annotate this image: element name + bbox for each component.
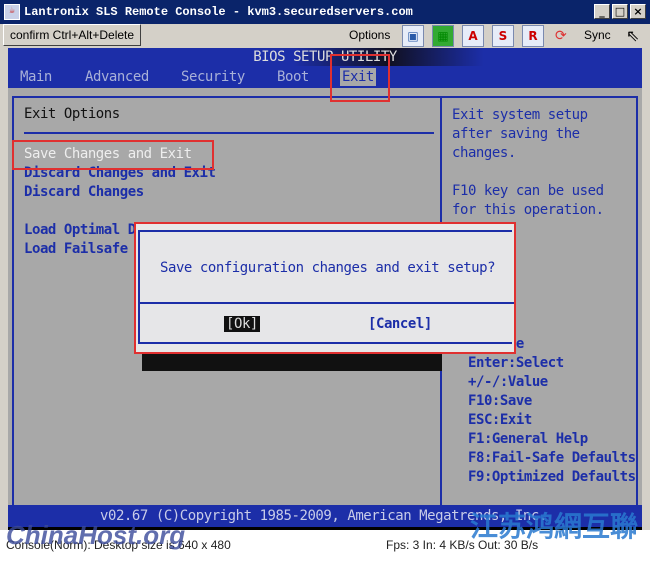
menu-item-discard-changes[interactable]: Discard Changes [24,184,144,200]
refresh-icon: ⟳ [555,27,567,43]
key-legend: ↑↓:Move Enter:Select +/-/:Value F10:Save… [468,335,636,487]
close-button[interactable]: × [630,4,646,19]
key-exit: ESC:Exit [468,412,532,428]
macro-a-icon[interactable]: A [462,25,484,47]
help-line: for this operation. [452,202,604,218]
sync-button[interactable]: Sync [584,28,611,42]
java-app-icon: ☕ [4,4,20,20]
dialog-message: Save configuration changes and exit setu… [160,260,496,276]
help-line: F10 key can be used [452,183,604,199]
cursor-icon[interactable]: ⇖ [626,26,639,46]
window-title: Lantronix SLS Remote Console - kvm3.secu… [24,5,413,19]
tab-advanced[interactable]: Advanced [85,68,149,86]
macro-s-icon[interactable]: S [492,25,514,47]
watermark-chinese: 江苏鸿網互聯 [470,510,639,543]
help-spacer [452,163,604,182]
cancel-button[interactable]: [Cancel] [368,316,432,332]
maximize-button[interactable]: □ [612,4,628,19]
confirm-dialog-highlight: Save configuration changes and exit setu… [134,222,516,354]
help-text: Exit system setup after saving the chang… [452,106,604,220]
help-line: Exit system setup [452,107,588,123]
divider [24,132,434,134]
confirm-ctrl-alt-delete-button[interactable]: confirm Ctrl+Alt+Delete [3,24,142,46]
help-line: after saving the [452,126,580,142]
toolbar: confirm Ctrl+Alt+Delete Options ▣ ▦ A S … [0,24,650,48]
dialog-shadow [142,354,442,371]
bios-title: BIOS SETUP UTILITY [8,48,642,66]
key-help: F1:General Help [468,431,588,447]
key-value: +/-/:Value [468,374,548,390]
tab-boot[interactable]: Boot [277,68,309,86]
save-icon[interactable]: ▣ [402,25,424,47]
watermark-chinahost: ChinaHost.org [6,520,186,550]
key-select: Enter:Select [468,355,564,371]
title-bar: ☕ Lantronix SLS Remote Console - kvm3.se… [0,0,650,24]
options-menu[interactable]: Options [349,28,390,42]
ok-button[interactable]: [Ok] [224,316,260,332]
monitor-icon[interactable]: ▦ [432,25,454,47]
section-title: Exit Options [24,106,120,122]
key-save: F10:Save [468,393,532,409]
key-optimized: F9:Optimized Defaults [468,469,636,485]
key-failsafe: F8:Fail-Safe Defaults [468,450,636,466]
minimize-button[interactable]: _ [594,4,610,19]
dialog-divider [140,302,514,304]
bios-tabs: Main Advanced Security Boot Exit [8,66,642,88]
help-line: changes. [452,145,516,161]
highlight-box-exit-tab [330,54,390,102]
confirm-dialog: Save configuration changes and exit setu… [138,230,514,344]
tab-main[interactable]: Main [20,68,52,86]
macro-r-icon[interactable]: R [522,25,544,47]
highlight-box-save [12,140,214,170]
tab-security[interactable]: Security [181,68,245,86]
